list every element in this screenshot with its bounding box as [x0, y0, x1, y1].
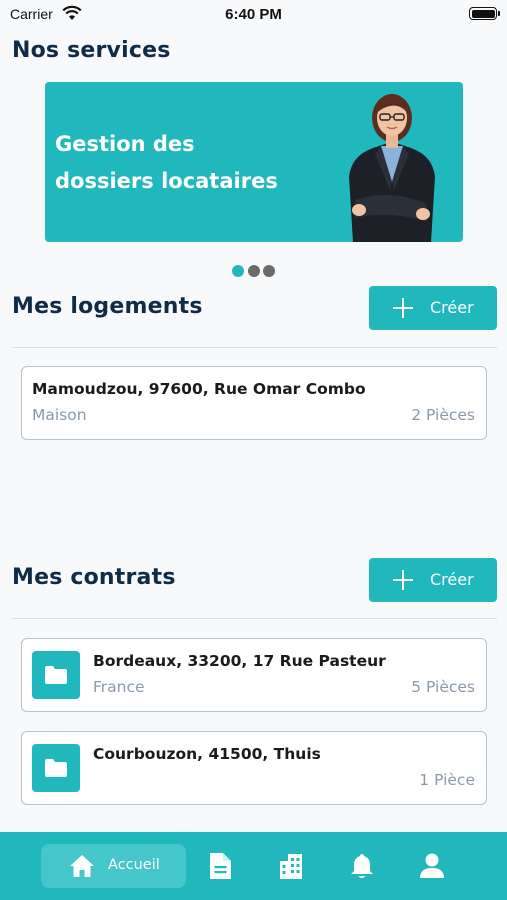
- services-title: Nos services: [12, 38, 171, 63]
- contrats-title: Mes contrats: [12, 565, 176, 590]
- services-banner[interactable]: Gestion des dossiers locataires: [45, 82, 463, 242]
- logement-type: Maison: [32, 406, 87, 424]
- create-contrat-label: Créer: [430, 570, 474, 589]
- home-icon: [70, 855, 94, 877]
- create-contrat-button[interactable]: Créer: [369, 558, 497, 602]
- folder-icon: [32, 651, 80, 699]
- contrat-country: France: [93, 678, 145, 696]
- carousel-dot-2[interactable]: [248, 265, 260, 277]
- buildings-icon[interactable]: [278, 852, 304, 880]
- bottom-nav: Accueil: [0, 832, 507, 900]
- battery-icon: [469, 7, 500, 20]
- status-time: 6:40 PM: [225, 6, 282, 23]
- folder-icon: [32, 744, 80, 792]
- nav-home-tab[interactable]: Accueil: [41, 844, 186, 888]
- logements-divider: [12, 347, 497, 348]
- logement-rooms: 2 Pièces: [411, 406, 475, 424]
- carousel-dot-3[interactable]: [263, 265, 275, 277]
- bell-icon[interactable]: [349, 852, 375, 880]
- banner-line-1: Gestion des: [55, 132, 195, 156]
- create-logement-label: Créer: [430, 298, 474, 317]
- plus-icon: [393, 570, 413, 590]
- contrat-card[interactable]: Courbouzon, 41500, Thuis 1 Pièce: [21, 731, 487, 805]
- contrat-rooms: 1 Pièce: [419, 771, 475, 789]
- logement-card[interactable]: Mamoudzou, 97600, Rue Omar Combo Maison …: [21, 366, 487, 440]
- plus-icon: [393, 298, 413, 318]
- contrat-rooms: 5 Pièces: [411, 678, 475, 696]
- logements-title: Mes logements: [12, 294, 203, 319]
- status-bar: Carrier 6:40 PM: [0, 0, 507, 30]
- carousel-dots[interactable]: [232, 265, 278, 277]
- create-logement-button[interactable]: Créer: [369, 286, 497, 330]
- profile-icon[interactable]: [419, 852, 445, 880]
- document-icon[interactable]: [207, 852, 233, 880]
- contrat-address: Courbouzon, 41500, Thuis: [93, 745, 321, 763]
- logement-address: Mamoudzou, 97600, Rue Omar Combo: [32, 380, 366, 398]
- contrats-divider: [12, 618, 497, 619]
- contrat-address: Bordeaux, 33200, 17 Rue Pasteur: [93, 652, 386, 670]
- banner-text: Gestion des dossiers locataires: [55, 126, 278, 200]
- banner-line-2: dossiers locataires: [55, 169, 278, 193]
- carousel-dot-1[interactable]: [232, 265, 244, 277]
- businesswoman-illustration: [349, 94, 435, 242]
- contrat-card[interactable]: Bordeaux, 33200, 17 Rue Pasteur France 5…: [21, 638, 487, 712]
- nav-home-label: Accueil: [108, 857, 160, 873]
